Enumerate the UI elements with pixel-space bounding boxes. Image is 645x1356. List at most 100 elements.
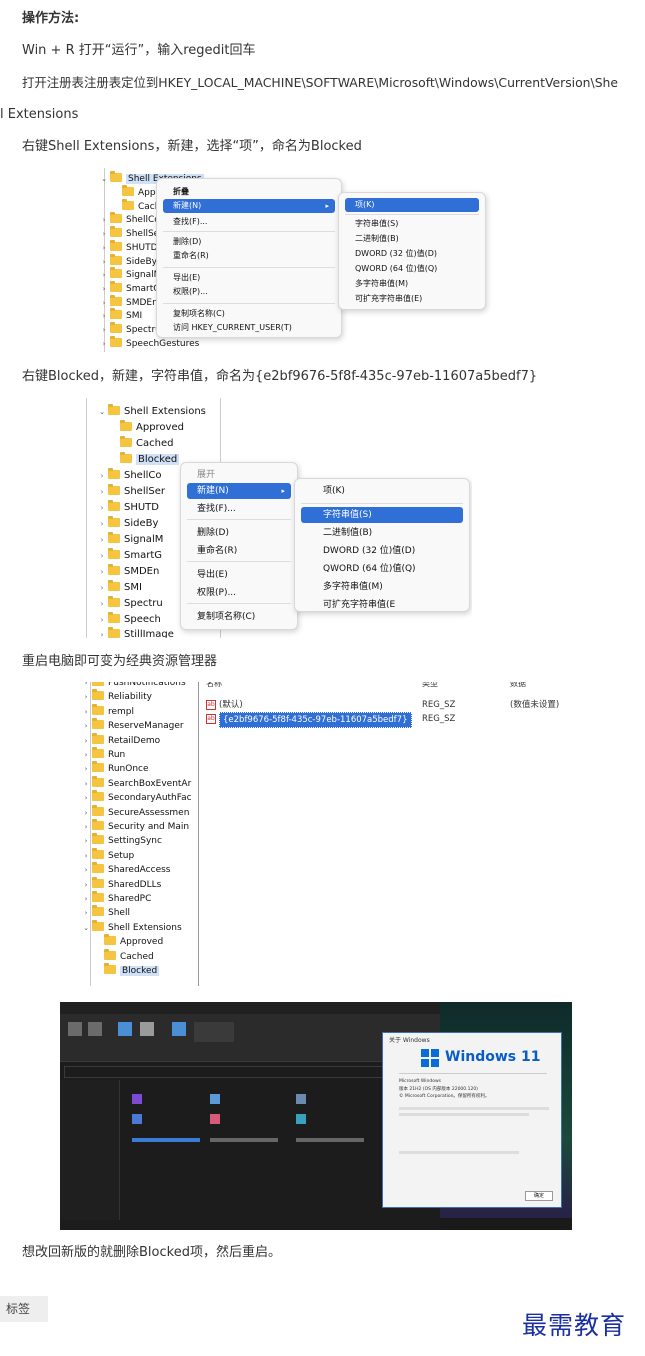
- submenu-item[interactable]: 项(K): [301, 483, 463, 499]
- tree-node[interactable]: ⌄ Shell Extensions: [82, 919, 182, 935]
- chevron-icon: ›: [102, 244, 106, 252]
- tree-node[interactable]: › ShellSer: [98, 484, 165, 500]
- context-menu-item[interactable]: 展开: [187, 467, 291, 483]
- value-row[interactable]: ab {e2bf9676-5f8f-435c-97eb-11607a5bedf7…: [204, 712, 564, 728]
- submenu-item[interactable]: 可扩充字符串值(E: [301, 597, 463, 613]
- tree-node[interactable]: Blocked: [94, 963, 160, 978]
- tag-label[interactable]: 标签: [0, 1296, 48, 1322]
- context-menu-item[interactable]: 新建(N) ▸: [163, 199, 335, 213]
- tree-node[interactable]: › rempl: [82, 703, 134, 719]
- context-menu-item[interactable]: 权限(P)...: [163, 285, 335, 299]
- tree-node[interactable]: › SHUTD: [98, 500, 159, 516]
- submenu-item[interactable]: 二进制值(B): [301, 525, 463, 541]
- value-row[interactable]: ab (默认) REG_SZ (数值未设置): [204, 698, 564, 712]
- submenu-item[interactable]: 可扩充字符串值(E): [345, 292, 479, 306]
- submenu-item[interactable]: QWORD (64 位)值(Q): [345, 262, 479, 276]
- context-menu-item[interactable]: 导出(E): [187, 567, 291, 583]
- tree-node[interactable]: Cached: [94, 948, 154, 964]
- context-menu-item[interactable]: 复制项名称(C): [187, 609, 291, 625]
- tree-node[interactable]: Approved: [110, 420, 184, 436]
- chevron-icon: ›: [84, 823, 88, 831]
- tree-node-label: Approved: [120, 937, 164, 948]
- tree-node[interactable]: › SecondaryAuthFac: [82, 790, 192, 805]
- tree-node[interactable]: › SharedPC: [82, 891, 152, 906]
- tree-node-label: SMI: [126, 311, 143, 321]
- chevron-icon: ›: [84, 851, 88, 860]
- tree-node-label: SearchBoxEventAr: [108, 778, 192, 789]
- tree-node-label: SpeechGestures: [126, 339, 200, 349]
- submenu-item[interactable]: 项(K): [345, 198, 479, 212]
- context-menu-item[interactable]: 重命名(R): [163, 249, 335, 263]
- tree-node[interactable]: › Setup: [82, 847, 134, 863]
- context-menu-item[interactable]: 权限(P)...: [187, 585, 291, 601]
- tree-node-label: SharedPC: [108, 894, 152, 904]
- context-menu-item[interactable]: 删除(D): [163, 235, 335, 249]
- context-menu-item[interactable]: 复制项名称(C): [163, 307, 335, 321]
- folder-icon: [120, 436, 132, 447]
- folder-icon: [108, 532, 120, 543]
- value-name-selected[interactable]: {e2bf9676-5f8f-435c-97eb-11607a5bedf7}: [219, 712, 412, 728]
- context-menu-item[interactable]: 访问 HKEY_CURRENT_USER(T): [163, 321, 335, 335]
- folder-icon: [110, 308, 122, 319]
- submenu-item[interactable]: 多字符串值(M): [301, 579, 463, 595]
- tree-node[interactable]: › RunOnce: [82, 761, 149, 776]
- folder-icon: [92, 905, 104, 917]
- tree-node[interactable]: › SearchBoxEventAr: [82, 775, 192, 791]
- tree-node[interactable]: › SecureAssessmen: [82, 804, 189, 820]
- tree-node-label: ShellSer: [124, 486, 166, 497]
- tree-node[interactable]: › SMI: [100, 308, 143, 323]
- menu-separator: [163, 267, 335, 268]
- chevron-icon: ›: [100, 568, 104, 576]
- folder-icon: [92, 747, 104, 758]
- tree-node[interactable]: › SMI: [98, 580, 142, 596]
- context-menu-item[interactable]: 导出(E): [163, 271, 335, 285]
- tree-node[interactable]: › SMDEn: [100, 295, 158, 310]
- tree-node[interactable]: › SMDEn: [98, 564, 159, 580]
- submenu-item[interactable]: 多字符串值(M): [345, 277, 479, 291]
- tree-node[interactable]: › Spectru: [98, 596, 163, 612]
- tree-node[interactable]: › PushNotifications: [82, 682, 186, 690]
- tree-node[interactable]: › SideBy: [98, 516, 158, 532]
- chevron-icon: ›: [100, 616, 104, 624]
- tree-node[interactable]: › SmartG: [98, 548, 162, 564]
- tree-node[interactable]: › ReserveManager: [82, 718, 184, 733]
- tree-node[interactable]: Approved: [94, 934, 164, 949]
- windows-11-logo-text: Windows 11: [445, 1049, 541, 1065]
- tree-node[interactable]: › SettingSync: [82, 833, 162, 848]
- folder-icon: [120, 452, 132, 463]
- tree-node[interactable]: ⌄ Shell Extensions: [98, 404, 206, 420]
- submenu-item[interactable]: 二进制值(B): [345, 232, 479, 246]
- context-menu-item[interactable]: 重命名(R): [187, 543, 291, 559]
- submenu-item[interactable]: 字符串值(S): [345, 217, 479, 231]
- tree-node[interactable]: › ShellCo: [98, 468, 162, 484]
- context-menu-item[interactable]: 折叠: [163, 185, 335, 199]
- ok-button[interactable]: 确定: [525, 1191, 553, 1201]
- context-menu-item[interactable]: 查找(F)...: [163, 215, 335, 229]
- tree-node[interactable]: › Speech: [98, 612, 161, 628]
- tree-node[interactable]: › SHUTDO: [100, 240, 165, 255]
- tree-node[interactable]: › Shell: [82, 905, 130, 920]
- submenu-item[interactable]: DWORD (32 位)值(D): [301, 543, 463, 559]
- tree-node[interactable]: Cached: [110, 436, 173, 452]
- tree-node[interactable]: › Security and Main: [82, 819, 189, 834]
- regedit-screenshot-1: ⌄Shell ExtensionsApproCache›ShellCom›She…: [98, 168, 572, 352]
- context-menu-item[interactable]: 查找(F)...: [187, 501, 291, 517]
- tree-node[interactable]: › StillImage: [98, 627, 174, 638]
- value-type: REG_SZ: [422, 714, 456, 724]
- tree-node[interactable]: › SignalM: [98, 532, 163, 548]
- tree-node[interactable]: › SpeechGestures: [100, 336, 200, 351]
- tree-node[interactable]: › SharedDLLs: [82, 876, 161, 892]
- tree-node[interactable]: › SharedAccess: [82, 862, 171, 877]
- chevron-icon: ›: [84, 837, 88, 846]
- context-menu-item[interactable]: 删除(D): [187, 525, 291, 541]
- submenu-item[interactable]: QWORD (64 位)值(Q): [301, 561, 463, 577]
- tree-node[interactable]: Blocked: [110, 452, 180, 468]
- tree-node[interactable]: › RetailDemo: [82, 732, 160, 748]
- submenu-item[interactable]: 字符串值(S): [301, 507, 463, 523]
- tree-node[interactable]: › Run: [82, 747, 125, 762]
- context-menu-item[interactable]: 新建(N) ▸: [187, 483, 291, 499]
- tree-node-label: SettingSync: [108, 836, 162, 847]
- folder-icon: [92, 682, 104, 686]
- submenu-item[interactable]: DWORD (32 位)值(D): [345, 247, 479, 261]
- tree-node[interactable]: › Reliability: [82, 689, 152, 704]
